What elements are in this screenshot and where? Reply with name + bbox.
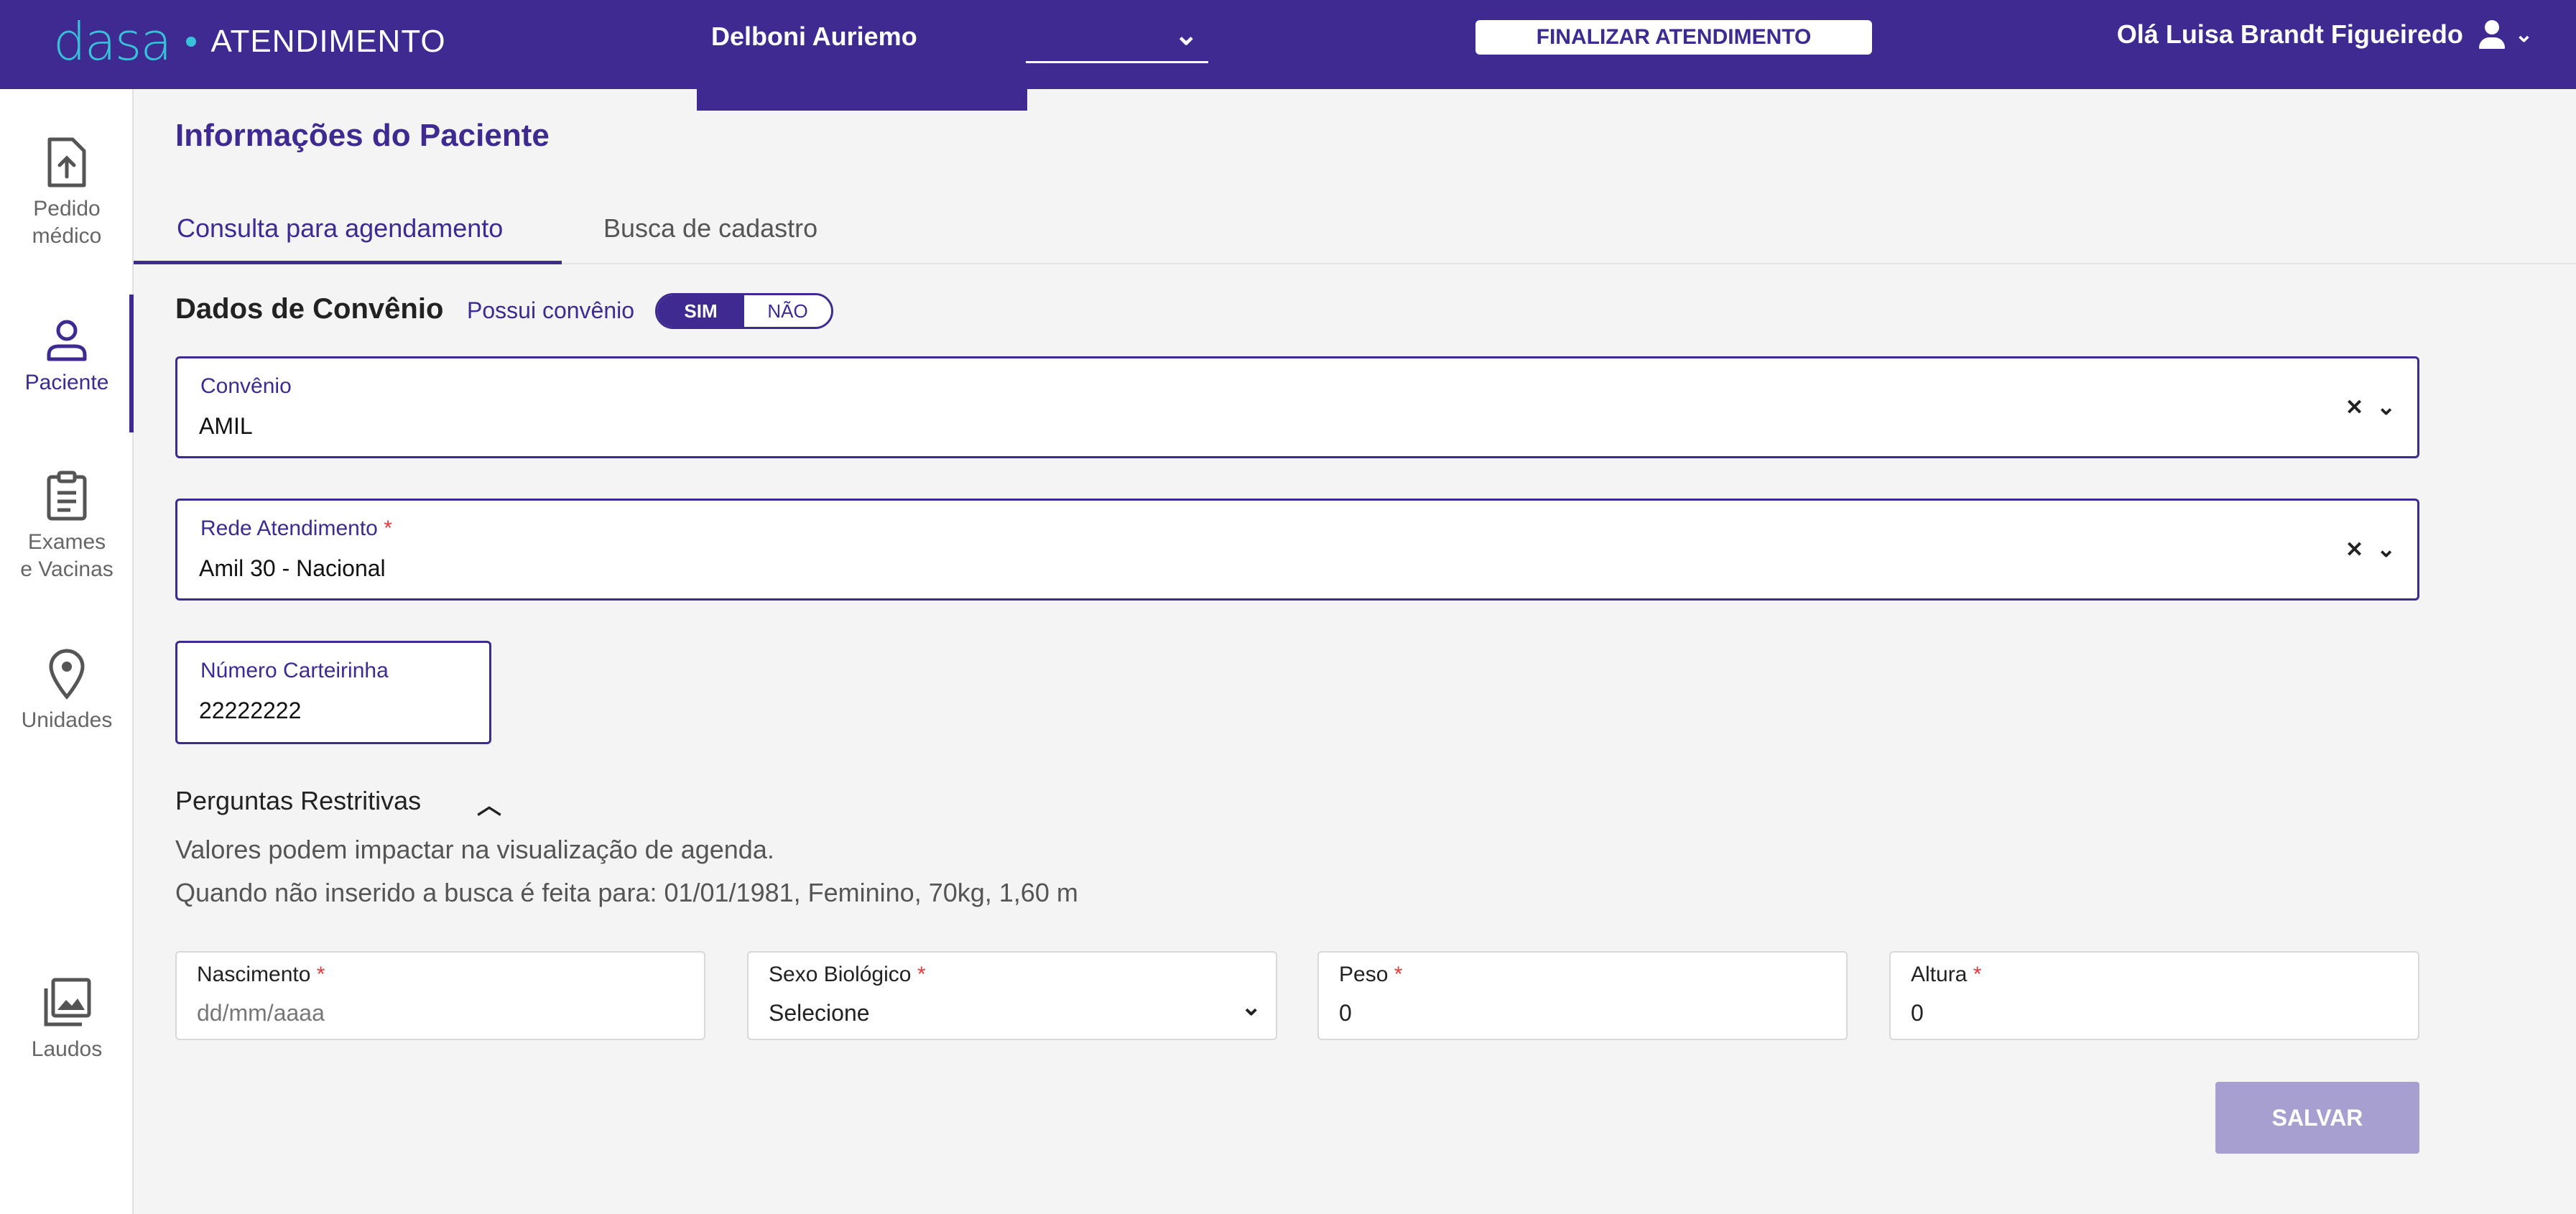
unit-tab-indicator [697,89,1027,111]
clear-icon[interactable]: ✕ [2345,396,2363,420]
chevron-down-icon[interactable]: ⌄ [2376,536,2396,562]
chevron-down-icon: ⌄ [1174,19,1198,51]
map-pin-icon [49,649,85,700]
sidebar-item-unidades[interactable]: Unidades [0,648,134,734]
sidebar-active-indicator [129,295,134,432]
section-title-convenio: Dados de Convênio [175,293,444,325]
page-title: Informações do Paciente [175,118,550,153]
dasa-logo: dasa ATENDIMENTO [53,13,446,70]
app-name: ATENDIMENTO [210,24,446,59]
user-icon [2476,19,2508,50]
nascimento-field[interactable]: Nascimento * dd/mm/aaaa [175,951,705,1040]
chevron-up-icon[interactable]: ︿ [477,786,501,821]
rede-value: Amil 30 - Nacional [199,555,386,581]
sidebar-item-paciente[interactable]: Paciente [0,318,134,397]
convenio-label: Convênio [200,374,292,398]
user-greeting: Olá Luisa Brandt Figueiredo [2116,19,2463,49]
sidebar-item-laudos[interactable]: Laudos [0,977,134,1063]
finalize-attendance-button[interactable]: FINALIZAR ATENDIMENTO [1475,20,1872,55]
rede-label: Rede Atendimento * [200,516,392,540]
chevron-down-icon: ⌄ [2514,22,2533,47]
clear-icon[interactable]: ✕ [2345,538,2363,562]
carteirinha-value: 22222222 [199,698,302,723]
tab-busca-cadastro[interactable]: Busca de cadastro [603,203,817,264]
restrictive-questions-title: Perguntas Restritivas [175,786,422,815]
peso-value: 0 [1339,1000,1352,1026]
sidebar-label: Paciente [24,371,109,394]
sidebar-label: Exames [27,530,106,554]
altura-field[interactable]: Altura * 0 [1889,951,2419,1040]
nascimento-label: Nascimento * [197,963,325,986]
sidebar-label: e Vacinas [20,557,113,581]
altura-value: 0 [1911,1000,1924,1026]
sexo-value: Selecione [769,1000,870,1026]
user-menu[interactable]: Olá Luisa Brandt Figueiredo ⌄ [2117,19,2533,50]
tab-bar: Consulta para agendamento Busca de cadas… [134,203,2576,264]
carteirinha-label: Número Carteirinha [200,659,389,682]
sidebar-item-pedido-medico[interactable]: Pedido médico [0,136,134,250]
altura-label: Altura * [1911,963,1982,986]
sidebar-label: Pedido [33,197,101,221]
sidebar-label: médico [32,224,102,248]
images-icon [44,978,91,1027]
sidebar-label: Unidades [21,708,113,732]
sidebar-item-exames-vacinas[interactable]: Exames e Vacinas [0,470,134,583]
clipboard-icon [47,471,87,521]
rede-atendimento-select[interactable]: Rede Atendimento * Amil 30 - Nacional ✕ ⌄ [175,499,2419,601]
convenio-value: AMIL [199,413,253,439]
convenio-select[interactable]: Convênio AMIL ✕ ⌄ [175,356,2419,458]
peso-field[interactable]: Peso * 0 [1317,951,1848,1040]
note-default-values: Quando não inserido a busca é feita para… [175,878,1078,907]
note-agenda-impact: Valores podem impactar na visualização d… [175,835,774,864]
save-button[interactable]: SALVAR [2215,1082,2419,1154]
insurance-toggle[interactable]: SIM NÃO [655,293,833,329]
logo-brand-text: dasa [53,11,172,72]
select-controls: ✕ ⌄ [2345,535,2396,562]
top-bar: dasa ATENDIMENTO Delboni Auriemo ⌄ FINAL… [0,0,2576,89]
sexo-biologico-select[interactable]: Sexo Biológico * Selecione ⌄ [747,951,1277,1040]
sexo-label: Sexo Biológico * [769,963,926,986]
toggle-yes[interactable]: SIM [657,295,744,327]
unit-name: Delboni Auriemo [711,22,917,51]
upload-document-icon [47,137,86,187]
toggle-no[interactable]: NÃO [744,295,831,327]
logo-dot [186,37,197,47]
chevron-down-icon: ⌄ [1241,993,1262,1021]
nascimento-placeholder: dd/mm/aaaa [197,1000,325,1026]
select-controls: ✕ ⌄ [2345,393,2396,420]
sidebar-label: Laudos [31,1037,103,1061]
tab-consulta-agendamento[interactable]: Consulta para agendamento [134,203,562,264]
user-icon [47,320,87,361]
unit-select-dropdown[interactable]: ⌄ [1026,16,1208,63]
carteirinha-field[interactable]: Número Carteirinha 22222222 [175,641,491,744]
peso-label: Peso * [1339,963,1403,986]
chevron-down-icon[interactable]: ⌄ [2376,394,2396,420]
sidebar: Pedido médico Paciente Exames e Vacinas … [0,89,134,1214]
has-insurance-label: Possui convênio [467,297,635,323]
